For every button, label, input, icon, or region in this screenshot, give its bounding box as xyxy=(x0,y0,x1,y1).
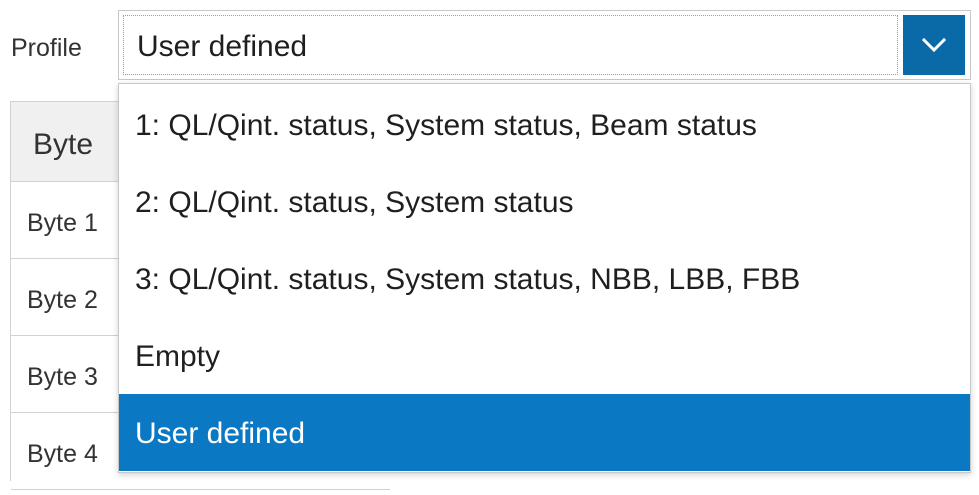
profile-option-empty[interactable]: Empty xyxy=(119,317,970,394)
table-cell-byte: Byte 2 xyxy=(27,286,98,314)
table-cell-byte: Byte 4 xyxy=(27,440,98,468)
profile-option[interactable]: 3: QL/Qint. status, System status, NBB, … xyxy=(119,240,970,317)
profile-select[interactable]: User defined xyxy=(118,10,971,80)
profile-option[interactable]: 2: QL/Qint. status, System status xyxy=(119,163,970,240)
chevron-down-icon xyxy=(921,37,947,53)
profile-label: Profile xyxy=(11,34,82,62)
profile-option[interactable]: 1: QL/Qint. status, System status, Beam … xyxy=(119,86,970,163)
table-cell-byte: Byte 1 xyxy=(27,209,98,237)
table-cell-byte: Byte 3 xyxy=(27,363,98,391)
profile-dropdown-list: 1: QL/Qint. status, System status, Beam … xyxy=(118,83,971,473)
profile-option-user-defined[interactable]: User defined xyxy=(119,394,970,471)
table-header-byte[interactable]: Byte xyxy=(33,102,93,182)
dropdown-toggle-button[interactable] xyxy=(903,15,965,75)
profile-select-value: User defined xyxy=(137,30,308,63)
